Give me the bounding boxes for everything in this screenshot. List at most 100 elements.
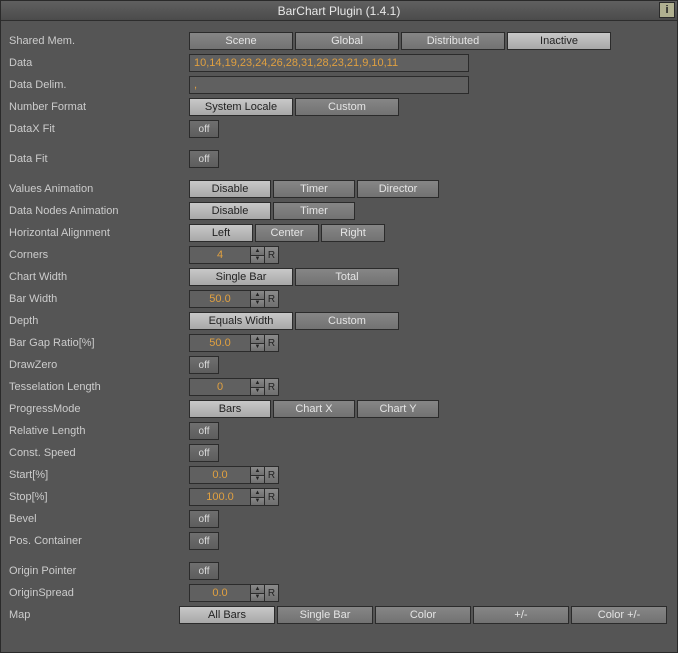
label-tess-len: Tesselation Length	[9, 381, 189, 393]
const-speed-toggle[interactable]: off	[189, 444, 219, 462]
depth-equals-width[interactable]: Equals Width	[189, 312, 293, 330]
map-plus-minus[interactable]: +/-	[473, 606, 569, 624]
pm-charty[interactable]: Chart Y	[357, 400, 439, 418]
label-gap-ratio: Bar Gap Ratio[%]	[9, 337, 189, 349]
bar-width-spinner[interactable]: 50.0 ▲▼ R	[189, 290, 279, 308]
depth-custom[interactable]: Custom	[295, 312, 399, 330]
nodes-anim-timer[interactable]: Timer	[273, 202, 355, 220]
arrow-up-icon[interactable]: ▲	[251, 467, 264, 476]
arrow-down-icon[interactable]: ▼	[251, 594, 264, 602]
values-anim-disable[interactable]: Disable	[189, 180, 271, 198]
spinner-arrows[interactable]: ▲▼	[251, 290, 265, 308]
label-depth: Depth	[9, 315, 189, 327]
data-input[interactable]: 10,14,19,23,24,26,28,31,28,23,21,9,10,11	[189, 54, 469, 72]
label-bevel: Bevel	[9, 513, 189, 525]
spinner-arrows[interactable]: ▲▼	[251, 488, 265, 506]
label-values-anim: Values Animation	[9, 183, 189, 195]
label-nodes-anim: Data Nodes Animation	[9, 205, 189, 217]
reset-button[interactable]: R	[265, 378, 279, 396]
origin-spread-spinner[interactable]: 0.0 ▲▼ R	[189, 584, 279, 602]
values-anim-timer[interactable]: Timer	[273, 180, 355, 198]
nodes-anim-disable[interactable]: Disable	[189, 202, 271, 220]
data-fit-toggle[interactable]: off	[189, 150, 219, 168]
start-spinner[interactable]: 0.0 ▲▼ R	[189, 466, 279, 484]
shared-mem-global[interactable]: Global	[295, 32, 399, 50]
halign-right[interactable]: Right	[321, 224, 385, 242]
data-delim-input[interactable]: ,	[189, 76, 469, 94]
nf-custom[interactable]: Custom	[295, 98, 399, 116]
arrow-down-icon[interactable]: ▼	[251, 256, 264, 264]
datax-fit-toggle[interactable]: off	[189, 120, 219, 138]
origin-pointer-toggle[interactable]: off	[189, 562, 219, 580]
chart-width-total[interactable]: Total	[295, 268, 399, 286]
info-button[interactable]: i	[659, 2, 675, 18]
map-color[interactable]: Color	[375, 606, 471, 624]
arrow-up-icon[interactable]: ▲	[251, 291, 264, 300]
label-progress-mode: ProgressMode	[9, 403, 189, 415]
spinner-arrows[interactable]: ▲▼	[251, 334, 265, 352]
reset-button[interactable]: R	[265, 488, 279, 506]
label-const-speed: Const. Speed	[9, 447, 189, 459]
shared-mem-distributed[interactable]: Distributed	[401, 32, 505, 50]
reset-button[interactable]: R	[265, 466, 279, 484]
stop-value[interactable]: 100.0	[189, 488, 251, 506]
corners-spinner[interactable]: 4 ▲▼ R	[189, 246, 279, 264]
arrow-down-icon[interactable]: ▼	[251, 300, 264, 308]
arrow-up-icon[interactable]: ▲	[251, 247, 264, 256]
label-bar-width: Bar Width	[9, 293, 189, 305]
reset-button[interactable]: R	[265, 334, 279, 352]
pos-container-toggle[interactable]: off	[189, 532, 219, 550]
plugin-window: BarChart Plugin (1.4.1) i Shared Mem. Sc…	[0, 0, 678, 653]
arrow-down-icon[interactable]: ▼	[251, 388, 264, 396]
label-chart-width: Chart Width	[9, 271, 189, 283]
reset-button[interactable]: R	[265, 584, 279, 602]
arrow-down-icon[interactable]: ▼	[251, 476, 264, 484]
corners-value[interactable]: 4	[189, 246, 251, 264]
arrow-up-icon[interactable]: ▲	[251, 489, 264, 498]
rel-len-toggle[interactable]: off	[189, 422, 219, 440]
shared-mem-scene[interactable]: Scene	[189, 32, 293, 50]
tess-len-value[interactable]: 0	[189, 378, 251, 396]
spinner-arrows[interactable]: ▲▼	[251, 378, 265, 396]
chart-width-single[interactable]: Single Bar	[189, 268, 293, 286]
stop-spinner[interactable]: 100.0 ▲▼ R	[189, 488, 279, 506]
spinner-arrows[interactable]: ▲▼	[251, 246, 265, 264]
halign-center[interactable]: Center	[255, 224, 319, 242]
arrow-up-icon[interactable]: ▲	[251, 585, 264, 594]
start-value[interactable]: 0.0	[189, 466, 251, 484]
pm-bars[interactable]: Bars	[189, 400, 271, 418]
pm-chartx[interactable]: Chart X	[273, 400, 355, 418]
label-origin-pointer: Origin Pointer	[9, 565, 189, 577]
label-datax-fit: DataX Fit	[9, 123, 189, 135]
reset-button[interactable]: R	[265, 246, 279, 264]
gap-ratio-value[interactable]: 50.0	[189, 334, 251, 352]
draw-zero-toggle[interactable]: off	[189, 356, 219, 374]
label-corners: Corners	[9, 249, 189, 261]
spinner-arrows[interactable]: ▲▼	[251, 584, 265, 602]
arrow-up-icon[interactable]: ▲	[251, 335, 264, 344]
label-origin-spread: OriginSpread	[9, 587, 189, 599]
bar-width-value[interactable]: 50.0	[189, 290, 251, 308]
label-draw-zero: DrawZero	[9, 359, 189, 371]
label-data-fit: Data Fit	[9, 153, 189, 165]
bevel-toggle[interactable]: off	[189, 510, 219, 528]
halign-left[interactable]: Left	[189, 224, 253, 242]
origin-spread-value[interactable]: 0.0	[189, 584, 251, 602]
label-data: Data	[9, 57, 189, 69]
shared-mem-inactive[interactable]: Inactive	[507, 32, 611, 50]
arrow-down-icon[interactable]: ▼	[251, 344, 264, 352]
label-number-format: Number Format	[9, 101, 189, 113]
nf-system-locale[interactable]: System Locale	[189, 98, 293, 116]
map-single-bar[interactable]: Single Bar	[277, 606, 373, 624]
map-color-plus-minus[interactable]: Color +/-	[571, 606, 667, 624]
values-anim-director[interactable]: Director	[357, 180, 439, 198]
label-halign: Horizontal Alignment	[9, 227, 189, 239]
gap-ratio-spinner[interactable]: 50.0 ▲▼ R	[189, 334, 279, 352]
arrow-down-icon[interactable]: ▼	[251, 498, 264, 506]
spinner-arrows[interactable]: ▲▼	[251, 466, 265, 484]
reset-button[interactable]: R	[265, 290, 279, 308]
arrow-up-icon[interactable]: ▲	[251, 379, 264, 388]
titlebar: BarChart Plugin (1.4.1) i	[1, 1, 677, 21]
map-all-bars[interactable]: All Bars	[179, 606, 275, 624]
tess-len-spinner[interactable]: 0 ▲▼ R	[189, 378, 279, 396]
